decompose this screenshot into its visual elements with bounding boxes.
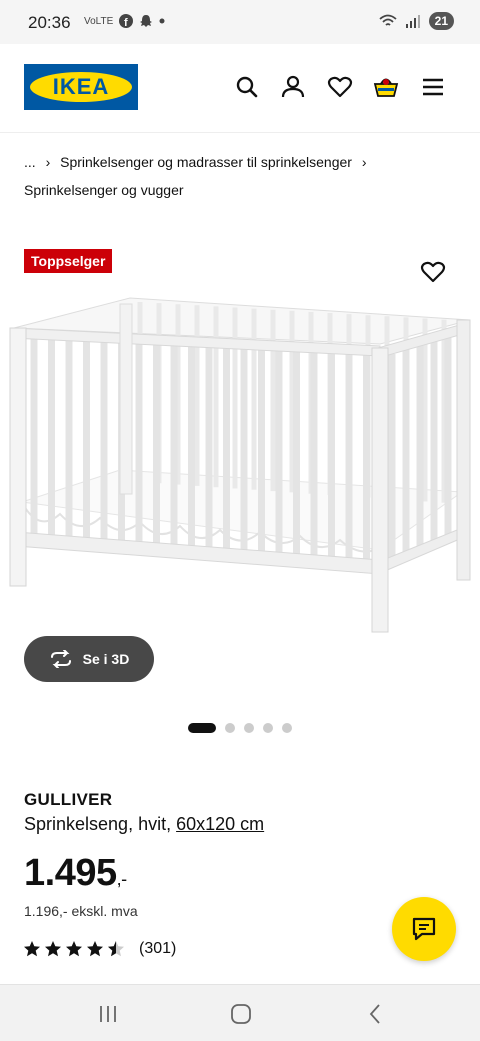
price-excl-vat: 1.196,- ekskl. mva: [24, 903, 138, 919]
heart-icon[interactable]: [327, 74, 353, 100]
status-bar: 20:36 VoLTE f 21: [0, 0, 480, 44]
carousel-dot[interactable]: [263, 723, 273, 733]
chat-button[interactable]: [392, 897, 456, 961]
signal-icon: [405, 15, 420, 28]
shopping-bag-icon[interactable]: [373, 74, 399, 100]
add-to-favourites-heart-icon[interactable]: [420, 259, 446, 285]
price-suffix: ,-: [116, 869, 128, 889]
system-status: 21: [379, 12, 454, 30]
battery-indicator: 21: [428, 12, 454, 30]
search-icon[interactable]: [234, 74, 260, 100]
svg-text:f: f: [124, 17, 128, 28]
chevron-right-icon: ›: [45, 154, 51, 170]
breadcrumb-level1[interactable]: Sprinkelsenger og madrasser til sprinkel…: [60, 154, 352, 170]
back-icon[interactable]: [363, 1001, 389, 1027]
notification-icons: VoLTE f: [84, 14, 165, 28]
carousel-dot[interactable]: [225, 723, 235, 733]
rating-count: (301): [139, 940, 177, 957]
rotate-3d-icon: [50, 650, 71, 668]
product-size-link[interactable]: 60x120 cm: [176, 814, 264, 834]
top-seller-badge: Toppselger: [24, 249, 113, 273]
breadcrumb-level2[interactable]: Sprinkelsenger og vugger: [24, 182, 184, 198]
chat-bubble-icon: [412, 917, 436, 941]
image-carousel-indicator: [188, 723, 292, 733]
product-name: GULLIVER: [24, 790, 113, 809]
volte-icon: VoLTE: [84, 15, 114, 27]
product-price: 1.495,-: [24, 852, 127, 895]
breadcrumb-ellipsis[interactable]: ...: [24, 154, 36, 170]
site-header: IKEA: [0, 44, 480, 133]
user-icon[interactable]: [280, 74, 306, 100]
price-value: 1.495: [24, 852, 117, 894]
status-time: 20:36: [28, 13, 71, 32]
product-description: Sprinkelseng, hvit, 60x120 cm: [24, 814, 264, 835]
chevron-right-icon: ›: [361, 154, 367, 170]
view-in-3d-label: Se i 3D: [82, 651, 130, 667]
dot-icon: [159, 18, 165, 24]
logo-text: IKEA: [30, 72, 132, 102]
menu-icon[interactable]: [420, 74, 446, 100]
facebook-icon: f: [119, 14, 134, 28]
system-navigation-bar: [0, 984, 480, 1041]
recent-apps-icon[interactable]: [95, 1001, 121, 1027]
wifi-icon: [379, 14, 397, 26]
home-icon[interactable]: [228, 1001, 254, 1027]
rating-stars-icon: [24, 941, 124, 957]
carousel-dot[interactable]: [188, 723, 216, 733]
product-rating[interactable]: (301): [24, 940, 176, 958]
ikea-logo[interactable]: IKEA: [24, 64, 138, 110]
carousel-dot[interactable]: [282, 723, 292, 733]
breadcrumb: ... › Sprinkelsenger og madrasser til sp…: [24, 148, 464, 204]
carousel-dot[interactable]: [244, 723, 254, 733]
view-in-3d-button[interactable]: Se i 3D: [24, 636, 154, 682]
product-image-crib[interactable]: [0, 292, 480, 642]
snapchat-icon: [140, 15, 153, 27]
product-type: Sprinkelseng, hvit,: [24, 814, 172, 834]
